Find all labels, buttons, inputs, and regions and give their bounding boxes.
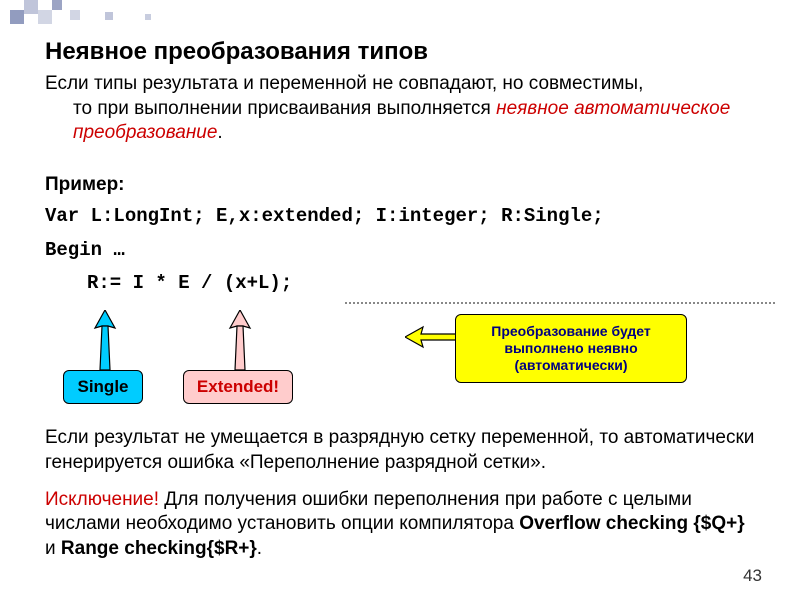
header-decoration bbox=[10, 0, 190, 24]
intro-line1: Если типы результата и переменной не сов… bbox=[45, 73, 643, 94]
callout-extended: Extended! bbox=[183, 370, 293, 404]
code-assign: R:= I * E / (x+L); bbox=[45, 269, 760, 298]
example-label: Пример: bbox=[45, 174, 760, 196]
arrow-to-single bbox=[80, 310, 130, 375]
callout-diagram: Single Extended! Преобразование будет вы… bbox=[45, 300, 760, 420]
callout-single: Single bbox=[63, 370, 143, 404]
arrow-to-extended bbox=[215, 310, 265, 375]
overflow-paragraph: Если результат не умещается в разрядную … bbox=[45, 426, 760, 475]
page-number: 43 bbox=[743, 566, 762, 586]
exception-label: Исключение! bbox=[45, 489, 159, 510]
dotted-connector bbox=[345, 302, 775, 304]
intro-paragraph: Если типы результата и переменной не сов… bbox=[45, 72, 760, 146]
intro-line2-post: . bbox=[217, 122, 222, 143]
code-begin: Begin … bbox=[45, 236, 760, 265]
callout-auto-conversion: Преобразование будет выполнено неявно (а… bbox=[455, 314, 687, 382]
exception-and: и bbox=[45, 538, 61, 559]
code-decl: Var L:LongInt; E,x:extended; I:integer; … bbox=[45, 202, 760, 231]
exception-dot: . bbox=[257, 538, 262, 559]
slide-title: Неявное преобразования типов bbox=[45, 38, 760, 66]
exception-paragraph: Исключение! Для получения ошибки перепол… bbox=[45, 488, 760, 562]
intro-line2-pre: то при выполнении присваивания выполняет… bbox=[73, 98, 496, 119]
opt-overflow-checking: Overflow checking {$Q+} bbox=[519, 513, 744, 534]
opt-range-checking: Range checking{$R+} bbox=[61, 538, 257, 559]
slide-content: Неявное преобразования типов Если типы р… bbox=[0, 0, 800, 562]
